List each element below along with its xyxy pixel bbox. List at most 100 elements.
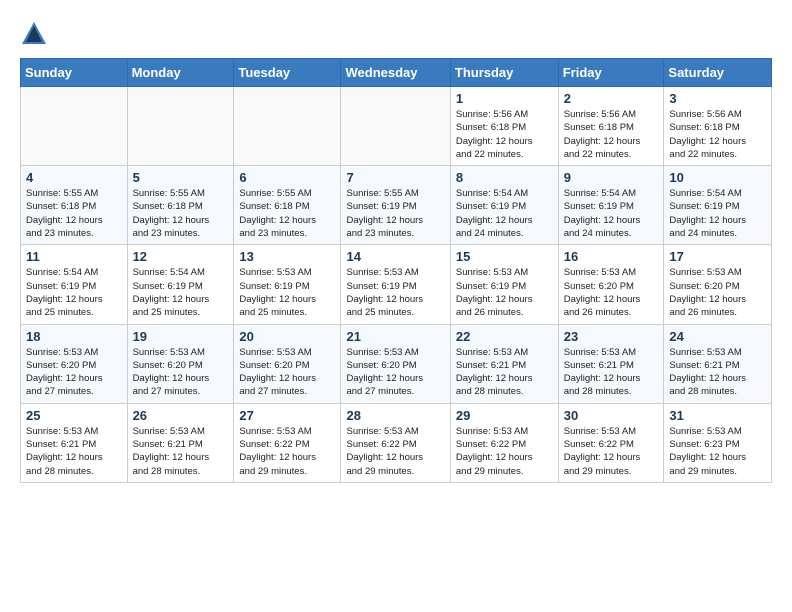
day-number: 19 [133, 329, 229, 344]
calendar-cell: 26 Sunrise: 5:53 AM Sunset: 6:21 PM Dayli… [127, 403, 234, 482]
day-info: Sunrise: 5:54 AM Sunset: 6:19 PM Dayligh… [26, 266, 122, 319]
day-number: 4 [26, 170, 122, 185]
calendar-cell: 13Sunrise: 5:53 AM Sunset: 6:19 PM Dayli… [234, 245, 341, 324]
calendar-cell: 1Sunrise: 5:56 AM Sunset: 6:18 PM Daylig… [450, 87, 558, 166]
calendar-cell: 29Sunrise: 5:53 AM Sunset: 6:22 PM Dayli… [450, 403, 558, 482]
day-info: Sunrise: 5:53 AM Sunset: 6:19 PM Dayligh… [456, 266, 553, 319]
calendar-cell: 24 Sunrise: 5:53 AM Sunset: 6:21 PM Dayli… [664, 324, 772, 403]
day-info: Sunrise: 5:54 AM Sunset: 6:19 PM Dayligh… [669, 187, 766, 240]
calendar-header-monday: Monday [127, 59, 234, 87]
day-info: Sunrise: 5:56 AM Sunset: 6:18 PM Dayligh… [564, 108, 659, 161]
calendar-cell: 6 Sunrise: 5:55 AM Sunset: 6:18 PM Daylig… [234, 166, 341, 245]
day-info: Sunrise: 5:53 AM Sunset: 6:22 PM Dayligh… [239, 425, 335, 478]
calendar-header-sunday: Sunday [21, 59, 128, 87]
calendar-header-thursday: Thursday [450, 59, 558, 87]
calendar-header-friday: Friday [558, 59, 664, 87]
day-info: Sunrise: 5:55 AM Sunset: 6:18 PM Dayligh… [239, 187, 335, 240]
calendar-table: SundayMondayTuesdayWednesdayThursdayFrid… [20, 58, 772, 483]
day-info: Sunrise: 5:55 AM Sunset: 6:18 PM Dayligh… [26, 187, 122, 240]
day-info: Sunrise: 5:53 AM Sunset: 6:21 PM Dayligh… [26, 425, 122, 478]
day-number: 3 [669, 91, 766, 106]
calendar-cell: 22 Sunrise: 5:53 AM Sunset: 6:21 PM Dayli… [450, 324, 558, 403]
day-number: 16 [564, 249, 659, 264]
day-info: Sunrise: 5:53 AM Sunset: 6:22 PM Dayligh… [564, 425, 659, 478]
day-number: 6 [239, 170, 335, 185]
calendar-cell: 18Sunrise: 5:53 AM Sunset: 6:20 PM Dayli… [21, 324, 128, 403]
calendar-cell: 23 Sunrise: 5:53 AM Sunset: 6:21 PM Dayli… [558, 324, 664, 403]
calendar-cell: 31Sunrise: 5:53 AM Sunset: 6:23 PM Dayli… [664, 403, 772, 482]
calendar-cell [127, 87, 234, 166]
day-info: Sunrise: 5:53 AM Sunset: 6:22 PM Dayligh… [346, 425, 444, 478]
calendar-week-row: 4 Sunrise: 5:55 AM Sunset: 6:18 PM Daylig… [21, 166, 772, 245]
day-number: 20 [239, 329, 335, 344]
calendar-cell: 19 Sunrise: 5:53 AM Sunset: 6:20 PM Dayli… [127, 324, 234, 403]
calendar-header-saturday: Saturday [664, 59, 772, 87]
day-number: 12 [133, 249, 229, 264]
day-number: 9 [564, 170, 659, 185]
calendar-cell: 25 Sunrise: 5:53 AM Sunset: 6:21 PM Dayli… [21, 403, 128, 482]
day-number: 29 [456, 408, 553, 423]
calendar-cell: 21 Sunrise: 5:53 AM Sunset: 6:20 PM Dayli… [341, 324, 450, 403]
calendar-cell: 14 Sunrise: 5:53 AM Sunset: 6:19 PM Dayli… [341, 245, 450, 324]
day-number: 5 [133, 170, 229, 185]
day-number: 26 [133, 408, 229, 423]
calendar-cell: 16 Sunrise: 5:53 AM Sunset: 6:20 PM Dayli… [558, 245, 664, 324]
day-number: 2 [564, 91, 659, 106]
day-number: 28 [346, 408, 444, 423]
calendar-cell: 20 Sunrise: 5:53 AM Sunset: 6:20 PM Dayli… [234, 324, 341, 403]
calendar-cell: 12 Sunrise: 5:54 AM Sunset: 6:19 PM Dayli… [127, 245, 234, 324]
page-header [20, 20, 772, 48]
day-info: Sunrise: 5:55 AM Sunset: 6:19 PM Dayligh… [346, 187, 444, 240]
calendar-cell: 15 Sunrise: 5:53 AM Sunset: 6:19 PM Dayli… [450, 245, 558, 324]
day-number: 7 [346, 170, 444, 185]
calendar-cell: 28 Sunrise: 5:53 AM Sunset: 6:22 PM Dayli… [341, 403, 450, 482]
day-number: 22 [456, 329, 553, 344]
day-info: Sunrise: 5:54 AM Sunset: 6:19 PM Dayligh… [456, 187, 553, 240]
day-info: Sunrise: 5:53 AM Sunset: 6:19 PM Dayligh… [239, 266, 335, 319]
calendar-header-row: SundayMondayTuesdayWednesdayThursdayFrid… [21, 59, 772, 87]
calendar-cell: 9 Sunrise: 5:54 AM Sunset: 6:19 PM Daylig… [558, 166, 664, 245]
day-number: 10 [669, 170, 766, 185]
day-info: Sunrise: 5:53 AM Sunset: 6:20 PM Dayligh… [346, 346, 444, 399]
calendar-cell: 5Sunrise: 5:55 AM Sunset: 6:18 PM Daylig… [127, 166, 234, 245]
day-number: 23 [564, 329, 659, 344]
day-number: 27 [239, 408, 335, 423]
day-number: 24 [669, 329, 766, 344]
day-info: Sunrise: 5:53 AM Sunset: 6:20 PM Dayligh… [564, 266, 659, 319]
calendar-cell: 2 Sunrise: 5:56 AM Sunset: 6:18 PM Daylig… [558, 87, 664, 166]
day-info: Sunrise: 5:53 AM Sunset: 6:20 PM Dayligh… [133, 346, 229, 399]
calendar-week-row: 11 Sunrise: 5:54 AM Sunset: 6:19 PM Dayli… [21, 245, 772, 324]
day-info: Sunrise: 5:53 AM Sunset: 6:21 PM Dayligh… [133, 425, 229, 478]
day-info: Sunrise: 5:53 AM Sunset: 6:20 PM Dayligh… [239, 346, 335, 399]
day-number: 11 [26, 249, 122, 264]
day-number: 25 [26, 408, 122, 423]
calendar-week-row: 25 Sunrise: 5:53 AM Sunset: 6:21 PM Dayli… [21, 403, 772, 482]
day-number: 17 [669, 249, 766, 264]
day-info: Sunrise: 5:53 AM Sunset: 6:21 PM Dayligh… [564, 346, 659, 399]
day-info: Sunrise: 5:53 AM Sunset: 6:19 PM Dayligh… [346, 266, 444, 319]
calendar-cell: 11 Sunrise: 5:54 AM Sunset: 6:19 PM Dayli… [21, 245, 128, 324]
day-number: 30 [564, 408, 659, 423]
day-info: Sunrise: 5:53 AM Sunset: 6:21 PM Dayligh… [669, 346, 766, 399]
logo [20, 20, 52, 48]
day-number: 31 [669, 408, 766, 423]
logo-icon [20, 20, 48, 48]
calendar-cell: 8 Sunrise: 5:54 AM Sunset: 6:19 PM Daylig… [450, 166, 558, 245]
day-number: 18 [26, 329, 122, 344]
day-info: Sunrise: 5:56 AM Sunset: 6:18 PM Dayligh… [456, 108, 553, 161]
calendar-week-row: 18 Sunrise: 5:53 AM Sunset: 6:20 PM Dayli… [21, 324, 772, 403]
day-number: 14 [346, 249, 444, 264]
calendar-cell [234, 87, 341, 166]
day-number: 21 [346, 329, 444, 344]
day-info: Sunrise: 5:54 AM Sunset: 6:19 PM Dayligh… [133, 266, 229, 319]
calendar-header-wednesday: Wednesday [341, 59, 450, 87]
day-info: Sunrise: 5:54 AM Sunset: 6:19 PM Dayligh… [564, 187, 659, 240]
calendar-cell: 30 Sunrise: 5:53 AM Sunset: 6:22 PM Dayli… [558, 403, 664, 482]
calendar-cell: 7 Sunrise: 5:55 AM Sunset: 6:19 PM Daylig… [341, 166, 450, 245]
day-number: 15 [456, 249, 553, 264]
day-info: Sunrise: 5:53 AM Sunset: 6:21 PM Dayligh… [456, 346, 553, 399]
calendar-cell [21, 87, 128, 166]
calendar-cell: 27 Sunrise: 5:53 AM Sunset: 6:22 PM Dayli… [234, 403, 341, 482]
day-info: Sunrise: 5:56 AM Sunset: 6:18 PM Dayligh… [669, 108, 766, 161]
day-number: 8 [456, 170, 553, 185]
